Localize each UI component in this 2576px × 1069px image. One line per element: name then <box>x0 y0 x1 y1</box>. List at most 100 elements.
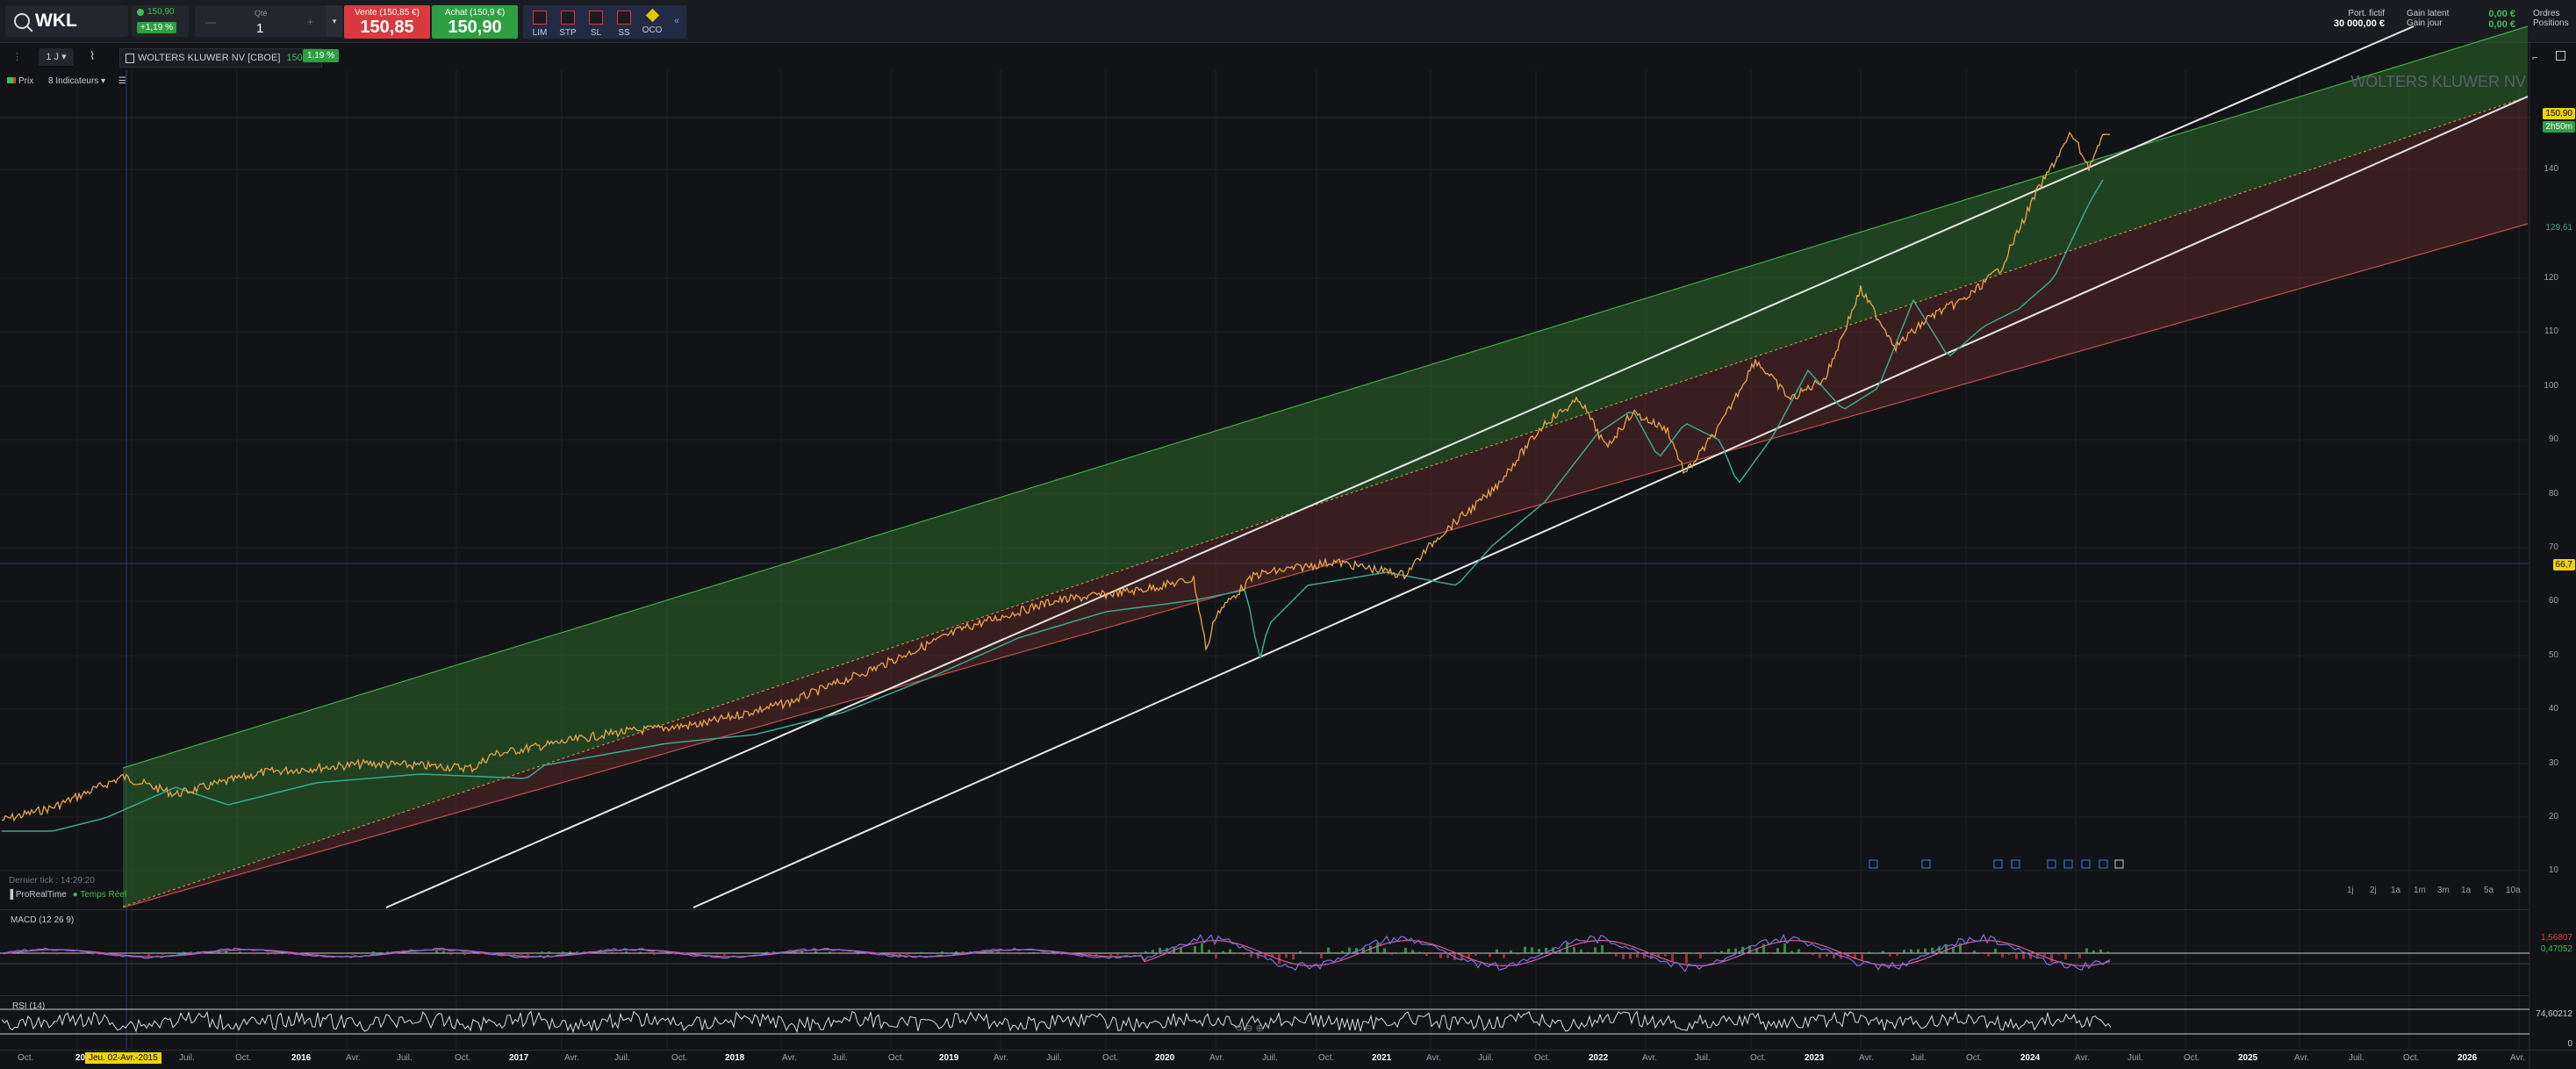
x-tick: Juil. <box>1478 1053 1494 1063</box>
macd-histogram-bar <box>1615 953 1618 957</box>
macd-histogram-bar <box>1826 953 1828 957</box>
macd-histogram-bar <box>1734 949 1737 953</box>
x-tick: Juil. <box>832 1053 848 1063</box>
event-marker <box>1922 860 1930 868</box>
macd-histogram-bar <box>562 951 564 953</box>
event-marker <box>2115 860 2123 868</box>
macd-histogram-bar <box>2050 953 2053 962</box>
zoom-10a[interactable]: 10a <box>2506 886 2521 895</box>
y-tick: 10 <box>2549 865 2558 875</box>
macd-histogram-bar <box>625 951 628 953</box>
channel-upper <box>123 26 2528 907</box>
panel-separator[interactable] <box>0 995 2529 996</box>
macd-histogram-bar <box>2001 953 2004 958</box>
macd-histogram-bar <box>1482 952 1484 953</box>
zoom-2j[interactable]: 2j <box>2370 886 2377 895</box>
macd-histogram-bar <box>253 953 255 954</box>
macd-histogram-bar <box>758 952 761 953</box>
macd-histogram-bar <box>1299 951 1302 953</box>
macd-histogram-bar <box>176 952 178 953</box>
event-marker <box>1994 860 2002 868</box>
zoom-1a-ytd[interactable]: 1a <box>2391 886 2400 895</box>
y-tick: 50 <box>2549 650 2558 660</box>
macd-histogram-bar <box>1053 953 1056 955</box>
y-tick: 20 <box>2549 812 2558 821</box>
macd-histogram-bar <box>1432 953 1435 954</box>
macd-histogram-bar <box>1903 950 1905 953</box>
macd-histogram-bar <box>955 951 958 953</box>
macd-histogram-bar <box>470 953 473 954</box>
macd-label[interactable]: MACD (12 26 9) <box>11 915 74 925</box>
x-tick: Avr. <box>2294 1053 2309 1063</box>
macd-histogram-bar <box>323 953 326 954</box>
macd-histogram-bar <box>1116 953 1119 955</box>
macd-histogram-bar <box>646 953 649 954</box>
macd-histogram-bar <box>1720 951 1723 953</box>
macd-histogram-bar <box>56 953 59 954</box>
macd-histogram-bar <box>920 952 922 953</box>
macd-histogram-bar <box>527 953 529 956</box>
event-marker <box>2099 860 2107 868</box>
macd-histogram-bar <box>534 953 536 954</box>
macd-histogram-bar <box>1390 953 1393 955</box>
y-tick: 70 <box>2549 542 2558 552</box>
x-tick: Avr. <box>1859 1053 1874 1063</box>
macd-histogram-bar <box>1861 953 1863 960</box>
y-tick: 120 <box>2544 273 2558 283</box>
macd-histogram-bar <box>1987 953 1990 957</box>
macd-histogram-bar <box>1762 943 1765 953</box>
macd-histogram-bar <box>281 953 283 954</box>
macd-histogram-bar <box>836 953 838 954</box>
y-tick: 80 <box>2549 489 2558 499</box>
zoom-3m[interactable]: 3m <box>2437 886 2450 895</box>
macd-histogram-bar <box>2043 953 2046 956</box>
macd-histogram-bar <box>997 951 1000 953</box>
macd-histogram-bar <box>1341 951 1344 953</box>
zoom-5a[interactable]: 5a <box>2484 886 2493 895</box>
macd-histogram-bar <box>653 953 656 955</box>
macd-histogram-bar <box>274 953 276 955</box>
zoom-1m[interactable]: 1m <box>2414 886 2426 895</box>
zoom-1a[interactable]: 1a <box>2461 886 2471 895</box>
zoom-controls[interactable]: ⟲ ⊖ ⊕ <box>1234 1022 1264 1034</box>
x-tick: Avr. <box>2510 1053 2525 1063</box>
macd-histogram-bar <box>1699 953 1702 958</box>
realtime-dot: ● <box>73 890 78 900</box>
macd-histogram-bar <box>1334 952 1337 953</box>
y-tick: 40 <box>2549 704 2558 714</box>
x-tick: Juil. <box>614 1053 630 1063</box>
macd-histogram-bar <box>1952 948 1955 953</box>
macd-histogram-bar <box>1489 953 1491 957</box>
regression-channels <box>123 26 2528 908</box>
macd-histogram-bar <box>822 952 824 953</box>
macd-histogram-bar <box>906 953 908 955</box>
channel-lower <box>123 97 2528 908</box>
macd-histogram-bar <box>42 952 45 953</box>
rsi-label[interactable]: RSI (14) <box>12 1001 45 1011</box>
macd-histogram-bar <box>1011 953 1014 954</box>
x-tick: 2020 <box>1155 1053 1174 1063</box>
macd-histogram-bar <box>442 951 445 953</box>
macd-histogram-bar <box>864 953 866 954</box>
macd-histogram-bar <box>218 951 220 953</box>
macd-histogram-bar <box>330 953 333 954</box>
macd-histogram-bar <box>1797 949 1800 953</box>
x-tick: 2017 <box>509 1053 528 1063</box>
x-tick: Juil. <box>179 1053 195 1063</box>
y-tick: 100 <box>2544 381 2558 391</box>
signal-icon: ▐ <box>7 890 13 900</box>
macd-histogram-bar <box>1889 953 1891 957</box>
last-price-tag: 150,90 <box>2543 108 2575 119</box>
macd-histogram-bar <box>1594 948 1597 953</box>
x-tick: Avr. <box>1426 1053 1441 1063</box>
zoom-1j[interactable]: 1j <box>2347 886 2354 895</box>
channel-top-line <box>123 26 2528 768</box>
macd-histogram-bar <box>611 952 614 953</box>
x-tick: Oct. <box>1102 1053 1118 1063</box>
macd-histogram-bar <box>857 953 859 955</box>
macd-histogram-bar <box>1924 949 1927 953</box>
chart-canvas[interactable] <box>0 0 2576 1068</box>
panel-separator[interactable] <box>0 909 2529 910</box>
macd-histogram-bar <box>1018 953 1021 954</box>
event-marker <box>2082 860 2090 868</box>
